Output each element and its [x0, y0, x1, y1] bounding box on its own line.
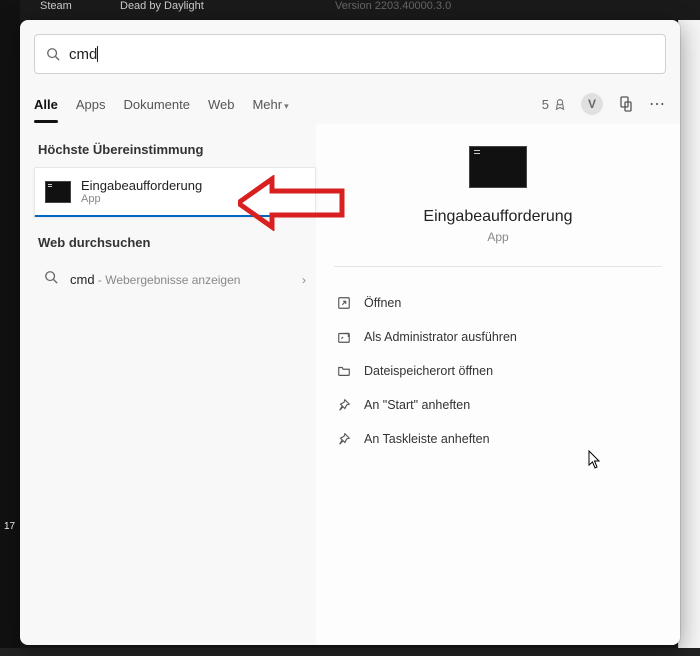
open-icon [336, 295, 352, 311]
tab-documents[interactable]: Dokumente [123, 97, 189, 112]
cmd-app-icon [45, 181, 71, 203]
bg-left-number: 17 [4, 521, 15, 532]
preview-app-thumbnail [469, 146, 527, 188]
action-open-label: Öffnen [364, 296, 401, 310]
pin-icon [336, 431, 352, 447]
bg-version: Version 2203.40000.3.0 [335, 0, 451, 12]
points-value: 5 [542, 97, 549, 112]
best-match-header: Höchste Übereinstimmung [38, 142, 316, 157]
action-pin-taskbar[interactable]: An Taskleiste anheften [334, 425, 662, 453]
start-search-panel: cmd Alle Apps Dokumente Web Mehr▾ 5 V ⋯ [20, 20, 680, 645]
background-taskbar [0, 648, 700, 656]
action-run-admin[interactable]: Als Administrator ausführen [334, 323, 662, 351]
action-open[interactable]: Öffnen [334, 289, 662, 317]
preview-actions: Öffnen Als Administrator ausführen Datei… [334, 289, 662, 453]
preview-title: Eingabeaufforderung [334, 208, 662, 226]
chevron-down-icon: ▾ [284, 101, 289, 112]
medal-icon [553, 97, 567, 111]
action-open-location[interactable]: Dateispeicherort öffnen [334, 357, 662, 385]
search-input-value: cmd [69, 46, 97, 63]
phone-link-icon[interactable] [617, 95, 635, 113]
search-icon [44, 270, 60, 289]
preview-type: App [334, 230, 662, 244]
chevron-right-icon: › [302, 273, 306, 287]
web-search-item[interactable]: cmd - Webergebnisse anzeigen › [34, 260, 316, 299]
best-match-subtitle: App [81, 193, 202, 205]
action-run-admin-label: Als Administrator ausführen [364, 330, 517, 344]
folder-icon [336, 363, 352, 379]
background-document-strip [678, 20, 700, 656]
web-search-header: Web durchsuchen [38, 235, 316, 250]
divider [334, 266, 662, 267]
best-match-title: Eingabeaufforderung [81, 178, 202, 193]
tab-apps[interactable]: Apps [76, 97, 106, 112]
more-options-icon[interactable]: ⋯ [649, 94, 666, 114]
pin-icon [336, 397, 352, 413]
tab-web[interactable]: Web [208, 97, 235, 112]
action-pin-taskbar-label: An Taskleiste anheften [364, 432, 490, 446]
action-pin-start[interactable]: An "Start" anheften [334, 391, 662, 419]
web-subtitle: - Webergebnisse anzeigen [95, 273, 241, 287]
best-match-result[interactable]: Eingabeaufforderung App [34, 167, 316, 217]
bg-app-dbd: Dead by Daylight [120, 0, 204, 12]
action-open-location-label: Dateispeicherort öffnen [364, 364, 493, 378]
tab-more-label: Mehr [252, 97, 282, 112]
user-avatar[interactable]: V [581, 93, 603, 115]
shield-icon [336, 329, 352, 345]
rewards-points[interactable]: 5 [542, 97, 567, 112]
bg-app-steam: Steam [40, 0, 72, 12]
background-top: Steam Dead by Daylight Version 2203.4000… [0, 0, 700, 20]
search-icon [45, 46, 61, 62]
filter-tabs: Alle Apps Dokumente Web Mehr▾ [34, 97, 289, 112]
web-query: cmd [70, 272, 95, 287]
search-box[interactable]: cmd [34, 34, 666, 74]
tab-all[interactable]: Alle [34, 97, 58, 112]
background-left-strip [0, 0, 20, 656]
action-pin-start-label: An "Start" anheften [364, 398, 470, 412]
tab-more[interactable]: Mehr▾ [252, 97, 288, 112]
